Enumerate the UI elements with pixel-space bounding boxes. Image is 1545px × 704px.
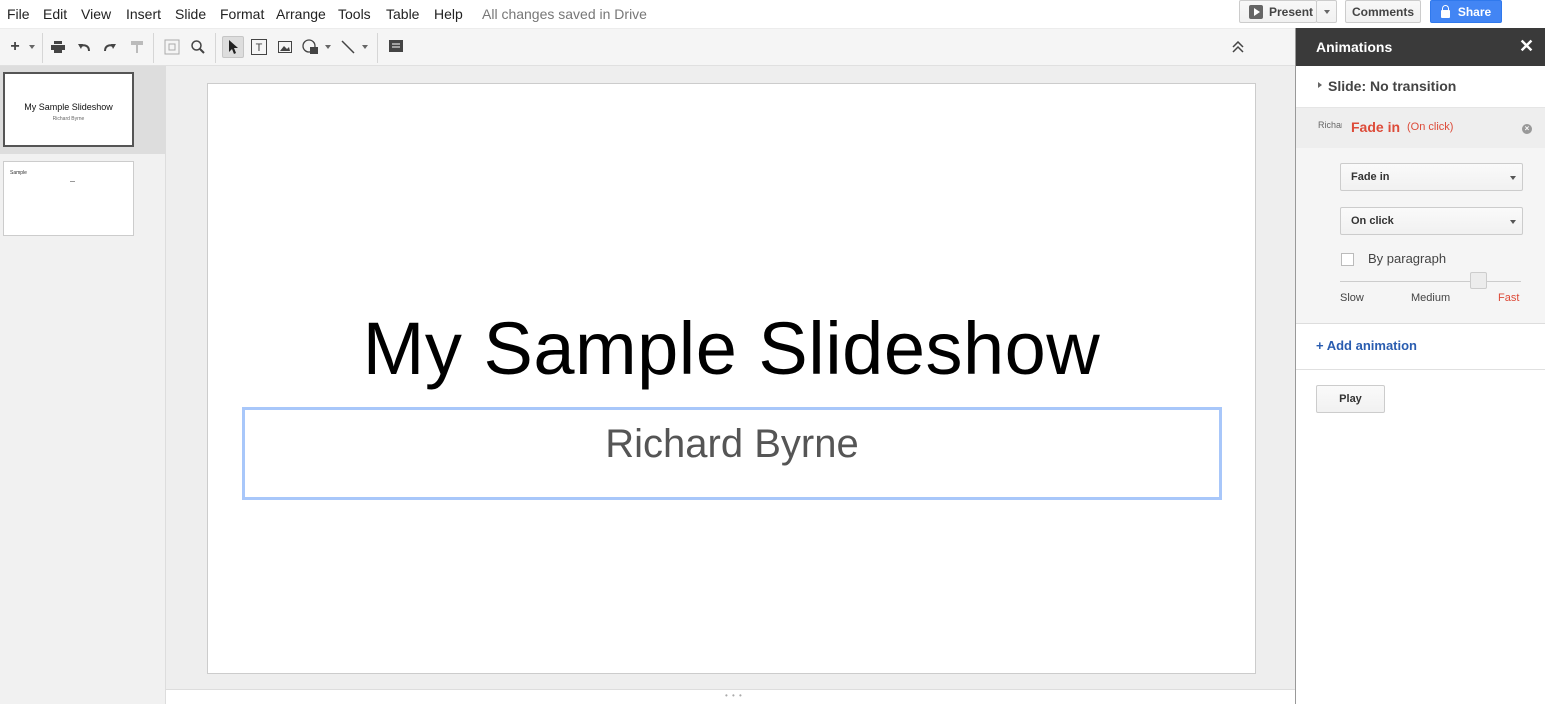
drag-handle-icon[interactable]: • • • <box>725 691 743 700</box>
slide-canvas-area: My Sample Slideshow Richard Byrne • • • <box>166 66 1295 704</box>
subtitle-text-box[interactable]: Richard Byrne <box>242 407 1222 500</box>
present-icon <box>1249 4 1263 19</box>
undo-icon[interactable] <box>73 36 95 58</box>
animations-panel: Animations ✕ Slide: No transition Richar… <box>1295 28 1545 704</box>
animation-item-header[interactable]: Richard Byrne Fade in (On click) × <box>1296 108 1545 148</box>
animations-title: Animations <box>1316 39 1393 55</box>
slide-thumbnail-2[interactable]: Sample <box>3 161 134 236</box>
svg-text:T: T <box>256 42 263 54</box>
play-button[interactable]: Play <box>1316 385 1385 413</box>
menu-help[interactable]: Help <box>434 6 463 22</box>
shape-menu-icon[interactable] <box>323 36 333 58</box>
by-paragraph-checkbox[interactable] <box>1341 253 1354 266</box>
menu-tools[interactable]: Tools <box>338 6 371 22</box>
speed-label-slow: Slow <box>1340 292 1364 304</box>
print-icon[interactable] <box>47 36 69 58</box>
menu-file[interactable]: File <box>7 6 30 22</box>
animation-trigger: (On click) <box>1407 121 1454 133</box>
speed-label-medium: Medium <box>1411 292 1451 304</box>
speed-slider-track[interactable] <box>1340 281 1521 282</box>
zoom-icon[interactable] <box>187 36 209 58</box>
menu-bar: File Edit View Insert Slide Format Arran… <box>0 0 1545 28</box>
trigger-select-value: On click <box>1351 215 1394 227</box>
text-box-icon[interactable]: T <box>248 36 270 58</box>
slide-transition-row[interactable]: Slide: No transition <box>1296 66 1545 108</box>
close-icon[interactable]: ✕ <box>1519 37 1534 55</box>
add-animation-link[interactable]: + Add animation <box>1316 338 1417 353</box>
animation-effect: Fade in <box>1351 119 1401 135</box>
speaker-notes-resizer[interactable]: • • • <box>166 689 1295 704</box>
slide-filmstrip: My Sample Slideshow Richard Byrne Sample <box>0 66 166 704</box>
transition-label: Slide: No transition <box>1328 78 1457 94</box>
collapse-icon[interactable] <box>1227 36 1249 58</box>
image-icon[interactable] <box>274 36 296 58</box>
expand-triangle-icon <box>1318 82 1322 88</box>
present-options-button[interactable] <box>1316 0 1337 23</box>
comment-icon[interactable] <box>385 36 407 58</box>
toolbar-divider <box>153 33 154 63</box>
panel-divider <box>1296 369 1545 370</box>
menu-table[interactable]: Table <box>386 6 419 22</box>
chevron-down-icon <box>1510 176 1516 180</box>
paint-format-icon[interactable] <box>126 36 148 58</box>
thumbnail-body <box>70 181 75 182</box>
slide-thumbnail-1[interactable]: My Sample Slideshow Richard Byrne <box>3 72 134 147</box>
new-slide-menu-icon[interactable] <box>26 36 38 58</box>
comments-button[interactable]: Comments <box>1345 0 1421 23</box>
speed-slider-thumb[interactable] <box>1470 272 1487 289</box>
effect-select-value: Fade in <box>1351 171 1390 183</box>
speed-label-fast: Fast <box>1498 292 1520 304</box>
share-button[interactable]: Share <box>1430 0 1502 23</box>
toolbar: + T <box>0 28 1295 66</box>
new-slide-icon[interactable]: + <box>4 36 26 58</box>
line-menu-icon[interactable] <box>360 36 370 58</box>
zoom-fit-icon[interactable] <box>161 36 183 58</box>
menu-arrange[interactable]: Arrange <box>276 6 326 22</box>
animation-item: Richard Byrne Fade in (On click) × Fade … <box>1296 108 1545 324</box>
animations-header: Animations ✕ <box>1296 28 1545 66</box>
menu-slide[interactable]: Slide <box>175 6 206 22</box>
slide-canvas[interactable]: My Sample Slideshow Richard Byrne <box>207 83 1256 674</box>
slide-title[interactable]: My Sample Slideshow <box>208 306 1255 391</box>
toolbar-divider <box>215 33 216 63</box>
effect-select[interactable]: Fade in <box>1340 163 1523 191</box>
menu-format[interactable]: Format <box>220 6 264 22</box>
menu-edit[interactable]: Edit <box>43 6 67 22</box>
chevron-down-icon <box>1510 220 1516 224</box>
remove-animation-icon[interactable]: × <box>1522 124 1532 134</box>
redo-icon[interactable] <box>99 36 121 58</box>
select-icon[interactable] <box>222 36 244 58</box>
menu-insert[interactable]: Insert <box>126 6 161 22</box>
thumbnail-title: Sample <box>10 170 27 176</box>
menu-view[interactable]: View <box>81 6 111 22</box>
lock-icon <box>1440 4 1450 18</box>
present-label: Present <box>1269 4 1314 19</box>
present-button[interactable]: Present <box>1239 0 1317 23</box>
toolbar-divider <box>42 33 43 63</box>
by-paragraph-label: By paragraph <box>1368 251 1447 266</box>
chevron-down-icon <box>1323 9 1330 14</box>
save-status[interactable]: All changes saved in Drive <box>482 6 647 22</box>
animation-target: Richard Byrne <box>1318 120 1342 130</box>
shape-icon[interactable] <box>300 36 322 58</box>
toolbar-divider <box>377 33 378 63</box>
slide-subtitle: Richard Byrne <box>605 422 859 466</box>
share-label: Share <box>1457 4 1492 19</box>
thumbnail-title: My Sample Slideshow <box>24 102 113 112</box>
thumbnail-subtitle: Richard Byrne <box>52 116 85 122</box>
line-icon[interactable] <box>337 36 359 58</box>
trigger-select[interactable]: On click <box>1340 207 1523 235</box>
